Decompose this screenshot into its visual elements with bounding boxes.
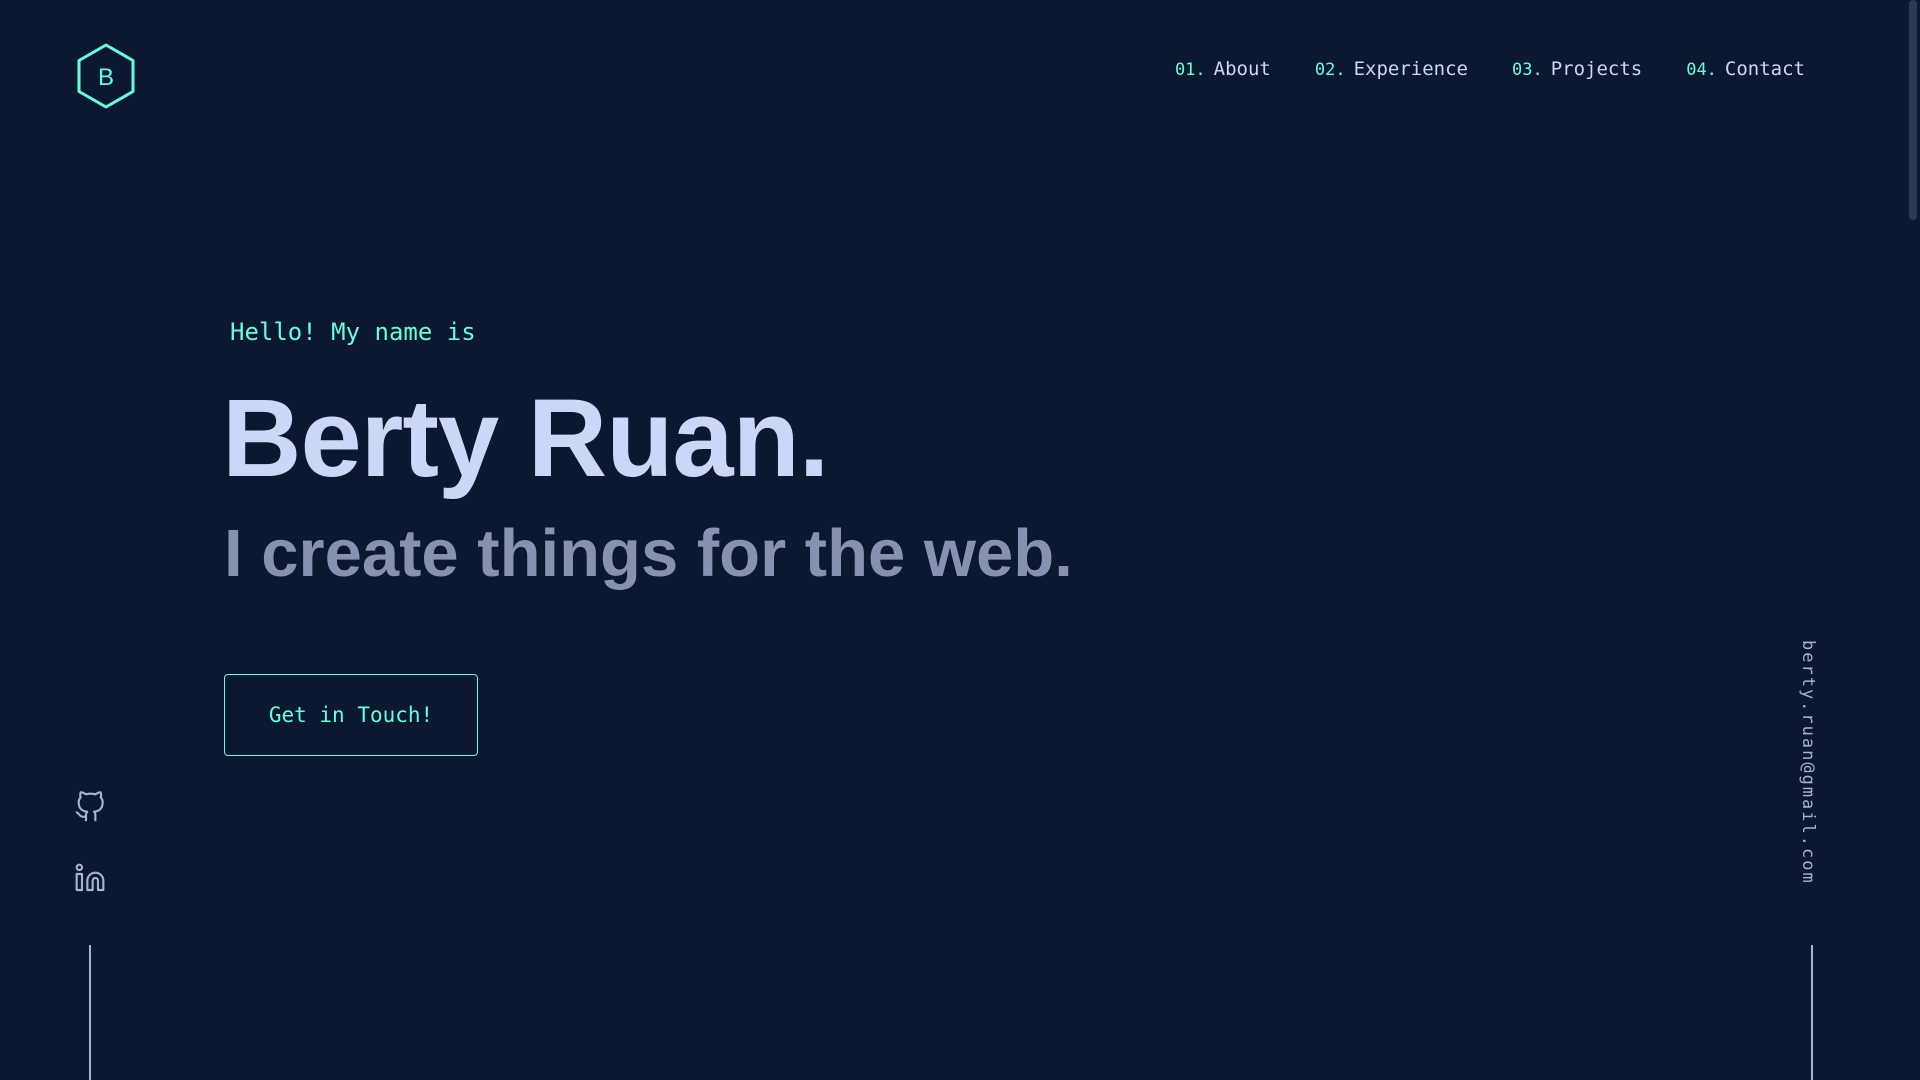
- logo-letter: B: [98, 64, 114, 91]
- github-link[interactable]: [74, 791, 106, 823]
- nav-label: Experience: [1353, 58, 1468, 80]
- get-in-touch-button[interactable]: Get in Touch!: [224, 674, 478, 756]
- email-link[interactable]: berty.ruan@gmail.com: [1798, 640, 1818, 885]
- hero-tagline: I create things for the web.: [224, 516, 1073, 591]
- nav-label: Contact: [1724, 58, 1805, 80]
- nav-item-contact[interactable]: 04. Contact: [1686, 58, 1805, 80]
- hero-name: Berty Ruan.: [222, 377, 829, 500]
- nav-number: 04.: [1686, 60, 1717, 80]
- linkedin-icon: [75, 863, 105, 892]
- nav-label: About: [1213, 58, 1271, 80]
- right-vertical-line: [1811, 945, 1813, 1080]
- site-logo[interactable]: B: [75, 42, 137, 110]
- nav-item-projects[interactable]: 03. Projects: [1512, 58, 1642, 80]
- hero-intro: Hello! My name is: [230, 318, 476, 346]
- nav-number: 01.: [1174, 60, 1206, 80]
- github-icon: [75, 791, 104, 822]
- nav-number: 03.: [1511, 60, 1543, 80]
- nav-item-experience[interactable]: 02. Experience: [1315, 58, 1468, 80]
- hexagon-logo-icon: B: [77, 43, 135, 109]
- nav-item-about[interactable]: 01. About: [1175, 58, 1271, 80]
- main-nav: 01. About 02. Experience 03. Projects 04. Co…: [1175, 58, 1805, 80]
- linkedin-link[interactable]: [74, 862, 106, 894]
- nav-number: 02.: [1314, 60, 1346, 80]
- left-vertical-line: [89, 945, 91, 1080]
- get-in-touch-label: Get in Touch!: [268, 703, 434, 727]
- scrollbar-thumb[interactable]: [1909, 0, 1917, 220]
- nav-label: Projects: [1550, 58, 1643, 80]
